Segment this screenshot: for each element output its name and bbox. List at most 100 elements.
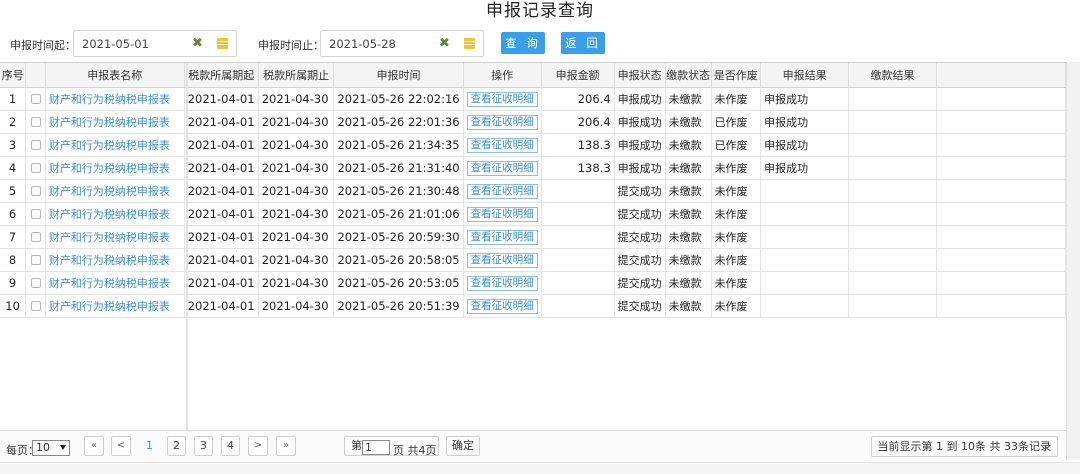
period-end: 2021-04-30 [258, 156, 335, 180]
declare-status: 提交成功 [614, 271, 666, 295]
col-header-pay-status: 缴款状态 [665, 63, 712, 88]
filler [936, 271, 1067, 295]
row-select-checkbox[interactable] [30, 140, 41, 150]
view-details-button[interactable]: 查看征收明细 [466, 275, 538, 291]
pay-status: 未缴款 [665, 294, 712, 318]
view-details-button[interactable]: 查看征收明细 [466, 91, 538, 107]
row-number: 2 [0, 110, 27, 134]
col-header-amount: 申报金额 [541, 63, 615, 88]
view-details-button[interactable]: 查看征收明细 [466, 229, 538, 245]
col-header-result: 申报结果 [760, 63, 850, 88]
report-name-link[interactable]: 财产和行为税纳税申报表 [49, 231, 170, 244]
start-date-label: 申报时间起： [10, 39, 76, 52]
declare-status: 申报成功 [614, 133, 666, 157]
table-row: 8 财产和行为税纳税申报表 2021-04-01 2021-04-30 2021-05-… [0, 248, 1067, 272]
first-page-button[interactable]: « [84, 436, 104, 456]
amount: 206.4 [541, 87, 615, 111]
col-header-action: 操作 [463, 63, 542, 88]
last-page-button[interactable]: » [276, 436, 296, 456]
report-name-link[interactable]: 财产和行为税纳税申报表 [49, 254, 170, 267]
calendar-icon[interactable] [464, 38, 475, 49]
report-name-link[interactable]: 财产和行为税纳税申报表 [49, 93, 170, 106]
view-details-button[interactable]: 查看征收明细 [466, 160, 538, 176]
declare-status: 申报成功 [614, 156, 666, 180]
pay-result [848, 179, 937, 203]
view-details-button[interactable]: 查看征收明细 [466, 137, 538, 153]
row-select-checkbox[interactable] [30, 232, 41, 242]
report-name-link: 财产和行为税纳税申报表 [45, 271, 185, 295]
goto-confirm-button[interactable]: 确定 [446, 436, 480, 456]
col-header-period-start: 税款所属期起 [184, 63, 259, 88]
query-button[interactable]: 查 询 [501, 32, 545, 54]
view-details-button: 查看征收明细 [463, 248, 542, 272]
view-details-button[interactable]: 查看征收明细 [466, 252, 538, 268]
calendar-icon[interactable] [217, 38, 228, 49]
pay-status: 未缴款 [665, 271, 712, 295]
amount: 138.3 [541, 133, 615, 157]
table-row: 6 财产和行为税纳税申报表 2021-04-01 2021-04-30 2021-05-… [0, 202, 1067, 226]
row-select-checkbox[interactable] [30, 117, 41, 127]
period-end: 2021-04-30 [258, 248, 335, 272]
per-page-select[interactable]: 10 [32, 440, 70, 456]
view-details-button[interactable]: 查看征收明细 [466, 183, 538, 199]
amount: 138.3 [541, 156, 615, 180]
void-status: 未作废 [711, 271, 762, 295]
declare-result [760, 179, 850, 203]
amount [541, 179, 615, 203]
report-name-link[interactable]: 财产和行为税纳税申报表 [49, 300, 170, 313]
period-start: 2021-04-01 [184, 225, 259, 249]
row-select-checkbox[interactable] [30, 163, 41, 173]
view-details-button[interactable]: 查看征收明细 [466, 114, 538, 130]
row-select-checkbox[interactable] [30, 255, 41, 265]
vertical-scrollbar[interactable] [1066, 62, 1080, 460]
declare-result: 申报成功 [760, 156, 850, 180]
row-select-checkbox[interactable] [30, 278, 41, 288]
declare-result: 申报成功 [760, 87, 850, 111]
report-name-link[interactable]: 财产和行为税纳税申报表 [49, 277, 170, 290]
period-start: 2021-04-01 [184, 202, 259, 226]
back-button[interactable]: 返 回 [561, 32, 605, 54]
declare-result: 申报成功 [760, 133, 850, 157]
row-number: 5 [0, 179, 27, 203]
goto-prefix: 第 [351, 439, 362, 452]
view-details-button[interactable]: 查看征收明细 [466, 298, 538, 314]
view-details-button[interactable]: 查看征收明细 [466, 206, 538, 222]
report-name-link: 财产和行为税纳税申报表 [45, 156, 185, 180]
report-name-link: 财产和行为税纳税申报表 [45, 133, 185, 157]
declare-result: 申报成功 [760, 110, 850, 134]
row-select-checkbox[interactable] [30, 209, 41, 219]
view-details-button: 查看征收明细 [463, 156, 542, 180]
filler [936, 225, 1067, 249]
report-name-link[interactable]: 财产和行为税纳税申报表 [49, 185, 170, 198]
prev-page-button[interactable]: < [111, 436, 131, 456]
page-4-button[interactable]: 4 [221, 436, 240, 456]
next-page-button[interactable]: > [248, 436, 268, 456]
table-row: 10 财产和行为税纳税申报表 2021-04-01 2021-04-30 2021-05… [0, 294, 1067, 318]
filter-bar: 申报时间起： ✖ 申报时间止： ✖ 查 询 返 回 [0, 30, 1080, 58]
declare-status: 提交成功 [614, 294, 666, 318]
filler [936, 110, 1067, 134]
end-date-input[interactable] [321, 31, 431, 56]
row-select-checkbox[interactable] [30, 94, 41, 104]
declare-time: 2021-05-26 21:30:48 [333, 179, 464, 203]
row-checkbox [25, 156, 46, 180]
page-1-button[interactable]: 1 [140, 436, 159, 456]
goto-page-input[interactable]: 1 [362, 440, 390, 455]
report-name-link[interactable]: 财产和行为税纳税申报表 [49, 162, 170, 175]
declare-time: 2021-05-26 22:01:36 [333, 110, 464, 134]
report-name-link[interactable]: 财产和行为税纳税申报表 [49, 208, 170, 221]
report-name-link[interactable]: 财产和行为税纳税申报表 [49, 139, 170, 152]
period-end: 2021-04-30 [258, 225, 335, 249]
row-select-checkbox[interactable] [30, 301, 41, 311]
page-3-button[interactable]: 3 [194, 436, 213, 456]
pay-status: 未缴款 [665, 202, 712, 226]
pay-status: 未缴款 [665, 133, 712, 157]
start-date-input[interactable] [74, 31, 184, 56]
clear-icon[interactable]: ✖ [439, 36, 450, 51]
report-name-link[interactable]: 财产和行为税纳税申报表 [49, 116, 170, 129]
pay-result [848, 225, 937, 249]
period-end: 2021-04-30 [258, 110, 335, 134]
row-select-checkbox[interactable] [30, 186, 41, 196]
clear-icon[interactable]: ✖ [192, 36, 203, 51]
page-2-button[interactable]: 2 [167, 436, 186, 456]
